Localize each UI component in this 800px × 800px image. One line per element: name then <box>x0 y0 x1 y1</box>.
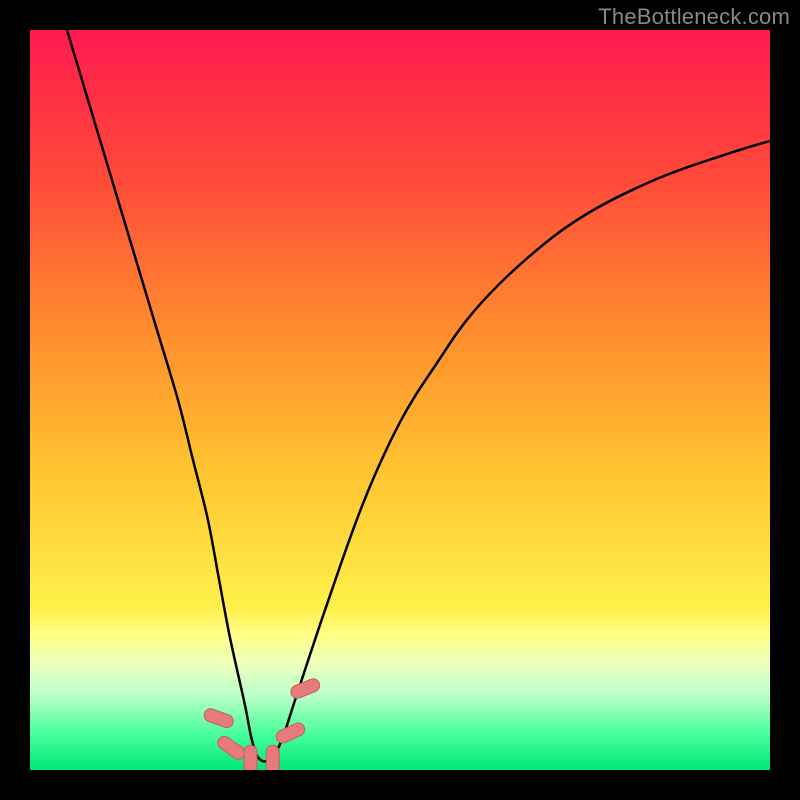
bottleneck-chart <box>30 30 770 770</box>
gradient-background <box>30 30 770 770</box>
chart-frame: TheBottleneck.com <box>0 0 800 800</box>
curve-marker <box>244 745 257 770</box>
plot-area <box>30 30 770 770</box>
curve-marker <box>266 745 279 770</box>
watermark-label: TheBottleneck.com <box>598 4 790 30</box>
